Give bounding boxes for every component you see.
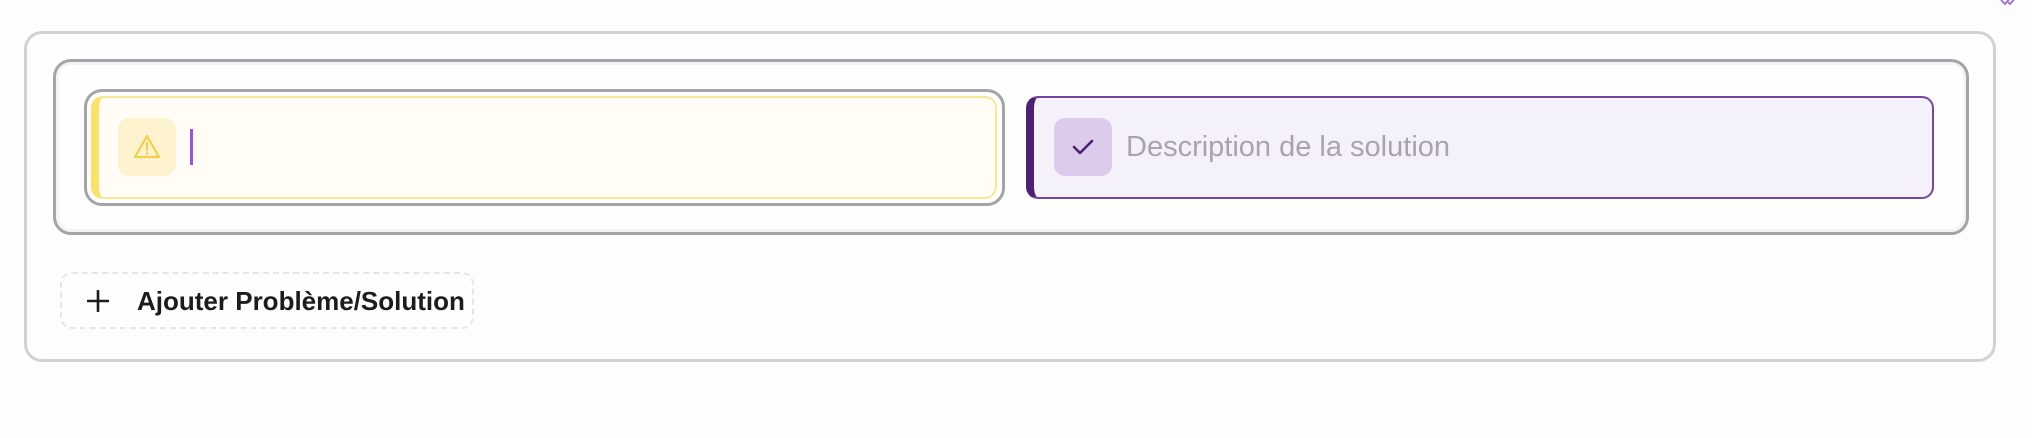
text-cursor xyxy=(190,129,193,165)
warning-triangle-icon xyxy=(118,118,176,176)
add-problem-solution-button[interactable]: Ajouter Problème/Solution xyxy=(60,272,474,329)
check-icon xyxy=(1054,118,1112,176)
solution-description-input[interactable] xyxy=(1126,124,1906,170)
add-problem-solution-label: Ajouter Problème/Solution xyxy=(137,286,465,316)
problem-field[interactable] xyxy=(91,96,997,199)
double-check-icon xyxy=(2000,0,2024,8)
plus-icon xyxy=(86,289,110,313)
